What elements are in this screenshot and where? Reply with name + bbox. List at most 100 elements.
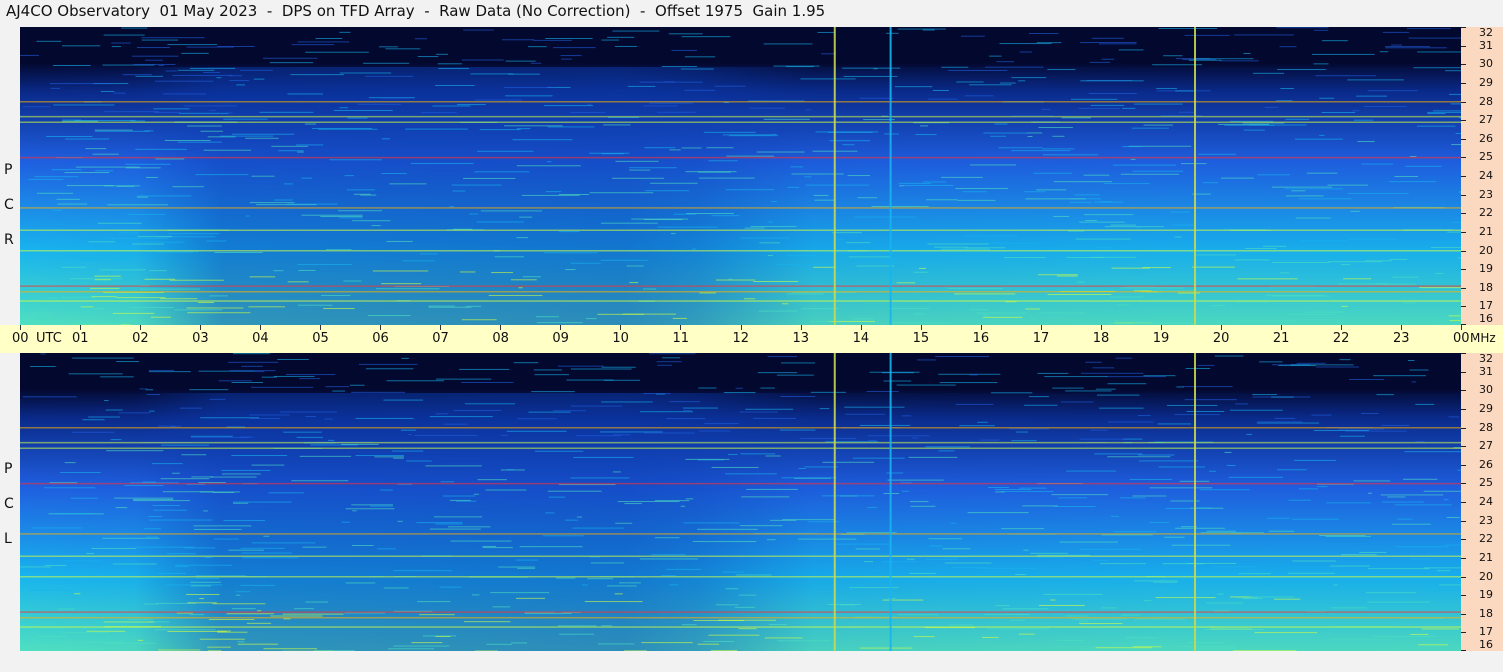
time-tick bbox=[1220, 325, 1222, 330]
freq-tick bbox=[1461, 176, 1466, 177]
freq-tick bbox=[1461, 287, 1466, 289]
interference-vertical-line bbox=[889, 353, 892, 651]
interference-row bbox=[20, 229, 1461, 232]
freq-tick bbox=[1461, 408, 1466, 410]
time-tick bbox=[20, 325, 21, 330]
time-tick-label: 01 bbox=[72, 331, 89, 346]
freq-tick bbox=[1461, 138, 1466, 140]
freq-tick-label: 30 bbox=[1479, 383, 1493, 397]
time-tick bbox=[1340, 325, 1342, 330]
freq-tick-label: 26 bbox=[1479, 131, 1493, 145]
time-tick-label: 12 bbox=[732, 331, 750, 346]
interference-row bbox=[20, 441, 1461, 444]
time-tick bbox=[740, 325, 742, 330]
freq-tick-label: 28 bbox=[1479, 420, 1493, 434]
time-tick-label: 03 bbox=[192, 331, 209, 346]
freq-tick-label: 27 bbox=[1479, 439, 1493, 453]
freq-tick bbox=[1461, 483, 1466, 485]
spectrogram-svg bbox=[20, 27, 1461, 325]
freq-tick-label: 27 bbox=[1479, 113, 1493, 127]
time-tick bbox=[680, 325, 682, 330]
freq-tick bbox=[1461, 650, 1466, 651]
freq-tick bbox=[1461, 64, 1466, 66]
pol-letter: C bbox=[4, 496, 14, 512]
freq-tick-label: 31 bbox=[1479, 364, 1493, 378]
rcp-spectrogram bbox=[20, 27, 1461, 325]
freq-tick bbox=[1461, 595, 1466, 597]
time-tick bbox=[1280, 325, 1282, 330]
time-tick-label: 06 bbox=[372, 331, 389, 346]
interference-row bbox=[20, 427, 1461, 429]
freq-tick bbox=[1461, 557, 1466, 559]
freq-tick-label: 16 bbox=[1479, 638, 1493, 651]
freq-tick bbox=[1461, 371, 1466, 373]
freq-tick-label: 30 bbox=[1479, 57, 1493, 71]
time-tick bbox=[920, 325, 922, 330]
time-tick bbox=[560, 325, 562, 330]
freq-tick-label: 18 bbox=[1479, 606, 1493, 620]
interference-row bbox=[20, 285, 1461, 287]
time-tick-label: 19 bbox=[1152, 331, 1170, 346]
freq-tick bbox=[1461, 446, 1466, 448]
time-tick bbox=[860, 325, 862, 330]
freq-tick-label: 24 bbox=[1479, 495, 1493, 508]
freq-tick-label: 18 bbox=[1479, 280, 1493, 294]
freq-tick bbox=[1461, 502, 1466, 503]
time-tick bbox=[1100, 325, 1102, 330]
freq-tick-label: 20 bbox=[1479, 243, 1493, 257]
time-tick-label: 02 bbox=[132, 331, 149, 346]
freq-tick-label: 21 bbox=[1479, 550, 1493, 564]
pol-letter: P bbox=[4, 162, 13, 178]
interference-vertical-line bbox=[833, 353, 836, 651]
time-tick-label: 00 bbox=[12, 331, 29, 346]
freq-tick-label: 32 bbox=[1479, 26, 1493, 39]
freq-tick-label: 16 bbox=[1479, 312, 1493, 325]
freq-tick bbox=[1461, 539, 1466, 541]
freq-tick bbox=[1461, 157, 1466, 159]
freq-tick-label: 25 bbox=[1479, 476, 1493, 490]
time-tick-label: 16 bbox=[972, 331, 990, 346]
freq-tick bbox=[1461, 120, 1466, 122]
interference-row bbox=[20, 533, 1461, 535]
freq-tick-label: 21 bbox=[1479, 224, 1493, 238]
freq-tick-label: 32 bbox=[1479, 352, 1493, 365]
lcp-spectrogram bbox=[20, 353, 1461, 651]
time-tick bbox=[1400, 325, 1402, 330]
freq-tick bbox=[1461, 632, 1466, 634]
freq-tick bbox=[1461, 45, 1466, 47]
freq-tick-label: 20 bbox=[1479, 569, 1493, 583]
freq-tick-label: 19 bbox=[1479, 588, 1493, 602]
time-tick-label: 18 bbox=[1092, 331, 1110, 346]
interference-vertical-line bbox=[1194, 27, 1197, 325]
interference-row bbox=[20, 290, 1461, 293]
interference-row bbox=[20, 447, 1461, 449]
pol-letter: R bbox=[4, 232, 14, 248]
interference-vertical-line bbox=[1194, 353, 1197, 651]
freq-tick-label: 17 bbox=[1479, 299, 1493, 313]
freq-tick bbox=[1461, 390, 1466, 392]
time-tick-label: 04 bbox=[252, 331, 269, 346]
time-tick bbox=[800, 325, 802, 330]
freq-tick bbox=[1461, 82, 1466, 84]
freq-tick bbox=[1461, 427, 1466, 429]
time-axis: UTC MHz 00 01 02 03 04 05 06 07 08 09 10 11 12 13 14 15… bbox=[0, 325, 1503, 353]
pol-letter: P bbox=[4, 461, 13, 477]
time-tick bbox=[140, 325, 142, 330]
time-tick bbox=[980, 325, 982, 330]
time-tick-label: 23 bbox=[1392, 331, 1410, 346]
interference-row bbox=[20, 300, 1461, 302]
interference-vertical-line bbox=[833, 27, 836, 325]
freq-tick bbox=[1461, 231, 1466, 233]
freq-tick-label: 31 bbox=[1479, 38, 1493, 52]
freq-tick bbox=[1461, 306, 1466, 308]
freq-tick bbox=[1461, 213, 1466, 215]
rcp-polarization-label: P C R bbox=[0, 27, 20, 325]
freq-tick-label: 19 bbox=[1479, 262, 1493, 276]
freq-tick bbox=[1461, 576, 1466, 578]
time-tick-label: 05 bbox=[312, 331, 329, 346]
time-tick-label: 14 bbox=[852, 331, 870, 346]
time-tick-label: 11 bbox=[672, 331, 689, 346]
mhz-unit-label: MHz bbox=[1470, 331, 1496, 345]
interference-row bbox=[20, 555, 1461, 558]
time-tick-label: 21 bbox=[1272, 331, 1290, 346]
